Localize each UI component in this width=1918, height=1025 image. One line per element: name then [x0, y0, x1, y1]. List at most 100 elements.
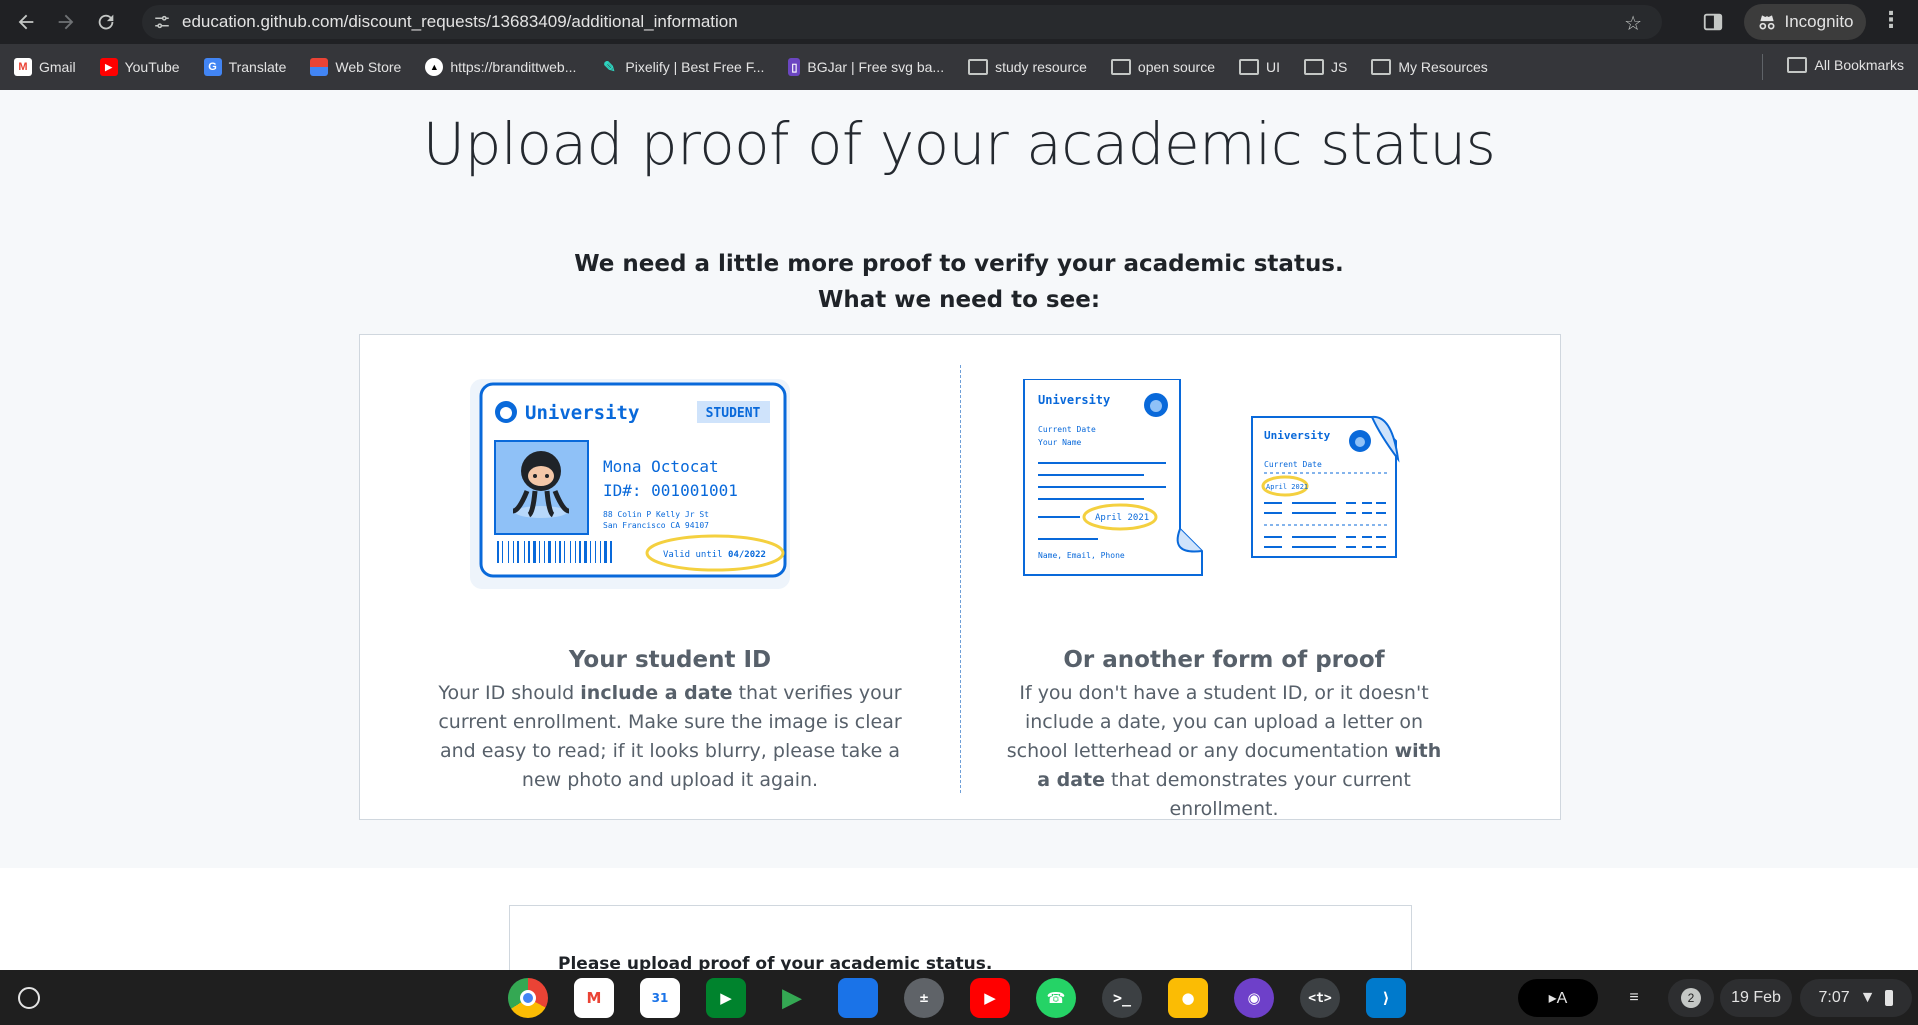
- feather-icon: ✎: [603, 59, 616, 76]
- card-address-1: 88 Colin P Kelly Jr St: [603, 510, 709, 519]
- proof-examples-card: University STUDENT Mona Octocat ID#: 001…: [359, 334, 1561, 820]
- bookmark-pixelify[interactable]: ✎ Pixelify | Best Free F...: [600, 58, 764, 76]
- subtitle-line-2: What we need to see:: [817, 287, 1101, 313]
- card-name: Mona Octocat: [603, 457, 719, 476]
- gmail-icon: M: [14, 58, 32, 76]
- bookmark-folder-js[interactable]: JS: [1303, 59, 1347, 75]
- github-icon[interactable]: ◉: [1234, 978, 1274, 1018]
- time-display: 7:07: [1818, 989, 1850, 1006]
- letter-2-date-line: Current Date: [1264, 460, 1322, 469]
- all-bookmarks-button[interactable]: All Bookmarks: [1786, 57, 1904, 73]
- bgjar-icon: ▯: [788, 58, 801, 76]
- whatsapp-icon[interactable]: ☎: [1036, 978, 1076, 1018]
- card-valid-label: Valid until 04/2022: [663, 550, 766, 560]
- meet-icon[interactable]: ▶: [706, 978, 746, 1018]
- student-id-illustration: University STUDENT Mona Octocat ID#: 001…: [470, 379, 790, 589]
- letter-1-university: University: [1038, 393, 1110, 407]
- column-divider: [960, 365, 961, 793]
- chrome-icon[interactable]: [508, 978, 548, 1018]
- bookmark-webstore[interactable]: Web Store: [310, 58, 401, 76]
- page-title: Upload proof of your academic status: [422, 110, 1496, 178]
- student-id-heading: Your student ID: [568, 647, 772, 673]
- bookmark-folder-my-resources[interactable]: My Resources: [1371, 59, 1488, 75]
- triangle-icon: ▲: [425, 58, 444, 76]
- bookmark-bgjar[interactable]: ▯ BGJar | Free svg ba...: [788, 58, 944, 76]
- github-mark-icon: [495, 401, 517, 423]
- letter-2-highlighted-date: April 2021: [1266, 483, 1308, 491]
- other-proof-column: Or another form of proof If you don't ha…: [1004, 647, 1444, 824]
- menu-kebab-icon[interactable]: ⋮: [1880, 10, 1902, 32]
- tray-apps[interactable]: ▸A: [1518, 979, 1598, 1017]
- files-icon[interactable]: [838, 978, 878, 1018]
- upload-form-card: Please upload proof of your academic sta…: [509, 905, 1412, 970]
- page-content: Upload proof of your academic status We …: [0, 90, 1918, 970]
- arrow-right-icon: [58, 14, 74, 30]
- bookmark-folder-open-source[interactable]: open source: [1110, 59, 1215, 75]
- student-id-column: Your student ID Your ID should include a…: [420, 647, 920, 795]
- card-university: University: [525, 402, 639, 424]
- calendar-icon[interactable]: 31: [640, 978, 680, 1018]
- letter-1-highlighted-date: April 2021: [1095, 513, 1149, 523]
- address-bar[interactable]: education.github.com/discount_requests/1…: [142, 5, 1662, 39]
- terminal-icon[interactable]: >_: [1102, 978, 1142, 1018]
- folder-icon: [1238, 59, 1259, 75]
- subtitle-line-1: We need a little more proof to verify yo…: [574, 251, 1344, 277]
- forward-button[interactable]: [46, 2, 86, 42]
- bookmarks-separator: [1762, 54, 1763, 80]
- date-display[interactable]: 19 Feb: [1720, 979, 1792, 1017]
- incognito-label: Incognito: [1784, 12, 1854, 31]
- letter-2-university: University: [1264, 429, 1331, 442]
- folder-icon: [1110, 59, 1131, 75]
- reload-button[interactable]: [86, 2, 126, 42]
- play-store-icon[interactable]: ▶: [772, 978, 812, 1018]
- wifi-icon: ▼: [1859, 989, 1876, 1006]
- playlist-icon[interactable]: ≡: [1614, 979, 1654, 1017]
- bookmark-youtube[interactable]: ▶ YouTube: [99, 58, 180, 76]
- notification-badge[interactable]: 2: [1668, 979, 1714, 1017]
- reload-icon: [98, 14, 114, 30]
- launcher-icon[interactable]: [18, 987, 40, 1009]
- letter-1-date-line: Current Date: [1038, 425, 1096, 434]
- shelf-apps: M 31 ▶ ▶ ± ▶ ☎ >_ ● ◉ <t> ⟩: [508, 978, 1406, 1018]
- letter-1-name-line: Your Name: [1038, 438, 1082, 447]
- youtube-icon[interactable]: ▶: [970, 978, 1010, 1018]
- site-info-icon[interactable]: [142, 13, 182, 31]
- browser-toolbar: education.github.com/discount_requests/1…: [0, 0, 1918, 44]
- translate-icon: G: [203, 58, 222, 76]
- gmail-icon[interactable]: M: [574, 978, 614, 1018]
- vscode-icon[interactable]: ⟩: [1366, 978, 1406, 1018]
- bookmark-folder-study[interactable]: study resource: [968, 59, 1087, 75]
- keep-icon[interactable]: ●: [1168, 978, 1208, 1018]
- student-id-description: Your ID should include a date that verif…: [438, 682, 902, 791]
- webstore-icon: [310, 58, 329, 76]
- os-shelf: M 31 ▶ ▶ ± ▶ ☎ >_ ● ◉ <t> ⟩ ▸A ≡ 2 19 Fe…: [0, 970, 1918, 1025]
- folder-icon: [1786, 57, 1807, 73]
- student-badge: STUDENT: [706, 406, 761, 421]
- incognito-indicator[interactable]: Incognito: [1744, 4, 1866, 40]
- incognito-icon: [1759, 15, 1774, 30]
- bookmarks-bar: M Gmail ▶ YouTube G Translate Web Store ▲ ht…: [0, 44, 1918, 90]
- card-id-number: ID#: 001001001: [603, 481, 738, 500]
- status-area[interactable]: 7:07 ▼: [1800, 979, 1912, 1017]
- back-button[interactable]: [6, 2, 46, 42]
- page-subtitle: We need a little more proof to verify yo…: [0, 246, 1918, 318]
- folder-icon: [1371, 59, 1392, 75]
- folder-icon: [968, 59, 989, 75]
- bookmark-translate[interactable]: G Translate: [203, 58, 286, 76]
- bookmark-star-icon[interactable]: ☆: [1624, 11, 1642, 35]
- card-address-2: San Francisco CA 94107: [603, 521, 709, 530]
- side-panel-icon[interactable]: [1702, 11, 1724, 33]
- battery-icon: [1885, 990, 1894, 1006]
- bookmark-brandittweb[interactable]: ▲ https://brandittweb...: [425, 58, 576, 76]
- bookmark-folder-ui[interactable]: UI: [1238, 59, 1280, 75]
- other-proof-description: If you don't have a student ID, or it do…: [1006, 682, 1442, 820]
- calculator-icon[interactable]: ±: [904, 978, 944, 1018]
- other-proof-heading: Or another form of proof: [1063, 647, 1385, 673]
- bookmark-gmail[interactable]: M Gmail: [14, 58, 76, 76]
- upload-form-title: Please upload proof of your academic sta…: [558, 954, 993, 970]
- code-editor-icon[interactable]: <t>: [1300, 978, 1340, 1018]
- url-text[interactable]: education.github.com/discount_requests/1…: [182, 12, 738, 32]
- letter-1-footer: Name, Email, Phone: [1038, 551, 1125, 560]
- folder-icon: [1303, 59, 1324, 75]
- youtube-icon: ▶: [99, 58, 118, 76]
